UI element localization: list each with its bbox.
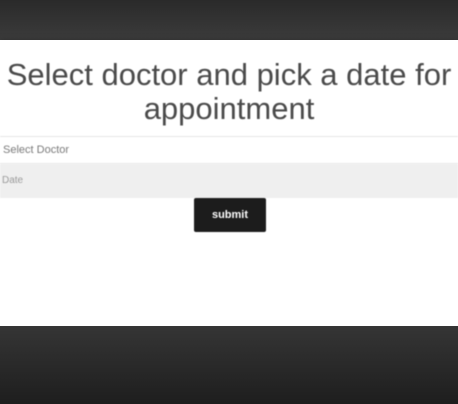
bottom-background-band [0, 326, 458, 404]
doctor-select[interactable]: Select Doctor [0, 136, 458, 164]
page-title: Select doctor and pick a date for appoin… [6, 57, 452, 126]
submit-button[interactable]: submit [194, 198, 266, 232]
date-input[interactable]: Date [0, 164, 458, 198]
top-background-band [0, 0, 458, 40]
